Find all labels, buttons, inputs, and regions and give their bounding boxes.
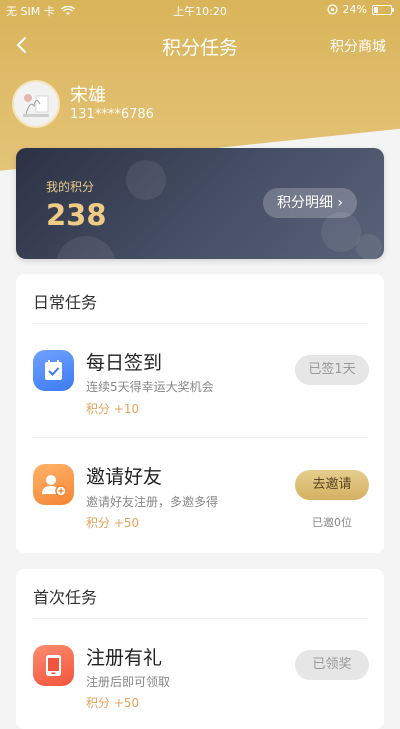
daily-tasks-section: 日常任务 每日签到 连续5天得幸运大奖机会 积分 +10 已签1天 邀请好友 邀… (16, 274, 384, 553)
task-desc: 邀请好友注册，多邀多得 (86, 495, 219, 509)
task-points: 积分 +50 (86, 696, 140, 710)
user-name: 宋雄 (70, 85, 106, 106)
phone-icon (46, 655, 61, 676)
avatar-image (14, 82, 58, 126)
decor-bubble (126, 160, 166, 200)
invite-icon (33, 464, 74, 505)
first-tasks-section: 首次任务 注册有礼 注册后即可领取 积分 +50 已领奖 (16, 569, 384, 729)
task-points: 积分 +10 (86, 402, 140, 416)
decor-bubble (321, 212, 361, 252)
register-reward-button[interactable]: 已领奖 (295, 650, 369, 680)
battery-icon (372, 4, 394, 15)
task-points: 积分 +50 (86, 516, 140, 530)
points-detail-button[interactable]: 积分明细 › (263, 188, 357, 218)
calendar-icon (45, 360, 62, 380)
user-phone: 131****6786 (70, 107, 154, 122)
rotation-lock-icon (326, 4, 338, 15)
divider (32, 323, 368, 324)
divider (32, 618, 368, 619)
points-mall-link[interactable]: 积分商城 (330, 36, 386, 56)
nav-bar: 积分任务 积分商城 (0, 28, 400, 64)
task-desc: 连续5天得幸运大奖机会 (86, 380, 214, 394)
task-desc: 注册后即可领取 (86, 675, 171, 689)
invite-count: 已邀0位 (312, 516, 352, 529)
points-label: 我的积分 (46, 180, 95, 194)
divider (32, 437, 368, 438)
avatar[interactable] (12, 80, 60, 128)
status-right: 24% (326, 3, 394, 16)
user-profile: 宋雄 131****6786 (12, 80, 392, 130)
checkin-icon (33, 350, 74, 391)
points-value: 238 (46, 198, 107, 232)
section-title: 首次任务 (33, 588, 98, 607)
status-bar: 无 SIM 卡 上午10:20 24% (0, 0, 400, 20)
task-title: 每日签到 (86, 352, 163, 374)
register-icon (33, 645, 74, 686)
add-user-icon (42, 475, 67, 497)
section-title: 日常任务 (33, 293, 98, 312)
checkin-status-button[interactable]: 已签1天 (295, 355, 369, 385)
points-card: 我的积分 238 积分明细 › (16, 148, 384, 259)
decor-bubble (356, 234, 382, 259)
task-title: 注册有礼 (86, 647, 163, 669)
task-title: 邀请好友 (86, 466, 163, 488)
battery-percent: 24% (342, 3, 367, 16)
invite-button[interactable]: 去邀请 (295, 470, 369, 500)
decor-bubble (56, 236, 116, 259)
